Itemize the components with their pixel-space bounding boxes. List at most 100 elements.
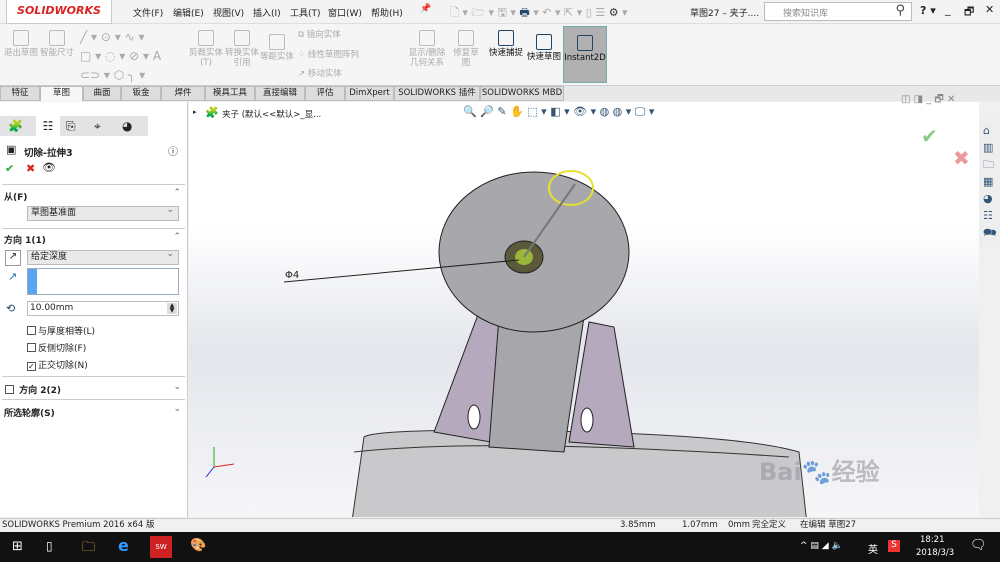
repair-sketch-button[interactable]: 修复草图	[452, 30, 480, 68]
flip-side-checkbox[interactable]: 反侧切除(F)	[27, 341, 86, 354]
menu-insert[interactable]: 插入(I)	[253, 6, 281, 19]
from-select[interactable]: 草图基准面	[27, 204, 179, 221]
tab-solidworks-addins[interactable]: SOLIDWORKS 插件	[394, 86, 480, 101]
file-explorer-icon[interactable]: 🗀	[82, 538, 95, 560]
chevron-down-icon[interactable]: ⌄	[173, 404, 181, 414]
instant2d-button[interactable]: Instant2D	[563, 26, 607, 83]
rapid-sketch-button[interactable]: 快速草图	[527, 34, 561, 62]
ime-indicator[interactable]: 英	[868, 541, 878, 556]
clock-time[interactable]: 18:21	[920, 535, 945, 545]
search-icon[interactable]: ⚲	[895, 3, 905, 18]
search-input[interactable]: 搜索知识库	[783, 6, 828, 19]
equal-thickness-checkbox[interactable]: 与厚度相等(L)	[27, 324, 95, 337]
depth-value: 10.00mm	[30, 303, 74, 313]
label: 镜向实体	[306, 30, 341, 40]
task-view-icon[interactable]: ▯	[46, 539, 53, 553]
configuration-manager-tab[interactable]: ⎘	[66, 116, 76, 136]
solidworks-logo[interactable]: SOLIDWORKS	[6, 0, 112, 24]
restore-button[interactable]: 🗗	[964, 3, 974, 22]
tab-evaluate[interactable]: 评估	[305, 86, 345, 101]
chevron-up-icon[interactable]: ⌃	[173, 232, 181, 242]
depth-input[interactable]: 10.00mm ▲ ▼	[27, 301, 179, 316]
product-name: SOLIDWORKS Premium 2016 x64 版	[2, 520, 155, 530]
menu-view[interactable]: 视图(V)	[213, 6, 244, 19]
menu-edit[interactable]: 编辑(E)	[173, 6, 204, 19]
display-manager-tab[interactable]: ◕	[122, 116, 132, 136]
move-button[interactable]: ↗ 移动实体	[298, 69, 342, 79]
label: 智能尺寸	[40, 48, 75, 58]
tab-sheet-metal[interactable]: 钣金	[121, 86, 161, 101]
sketch-entity-tools[interactable]: ╱ ▾ ⊙ ▾ ∿ ▾ □ ▾ ◌ ▾ ⊘ ▾ A ⊂⊃ ▾ ⬡ ╮ ▾	[80, 28, 180, 85]
label: 正交切除(N)	[38, 361, 88, 371]
reverse-direction-button[interactable]: ↗	[5, 250, 21, 266]
divider	[2, 184, 185, 185]
convert-entities-button[interactable]: 转换实体引用	[225, 30, 259, 68]
menu-tools[interactable]: 工具(T)	[290, 6, 321, 19]
divider	[2, 228, 185, 229]
quick-access-icons[interactable]: 🗋 ▾ 🗁 ▾ 🖫 ▾ 🖶 ▾ ↶ ▾ ⇱ ▾ ▯ ☰ ⚙ ▾	[450, 4, 628, 23]
start-icon[interactable]: ⊞	[12, 539, 23, 554]
close-button[interactable]: ✕	[985, 3, 994, 16]
tab-direct-editing[interactable]: 直接编辑	[255, 86, 305, 101]
diameter-dimension[interactable]: Φ4	[285, 270, 299, 281]
feature-title: 切除-拉伸3	[24, 148, 73, 159]
menu-file[interactable]: 文件(F)	[133, 6, 163, 19]
edge-icon[interactable]: e	[118, 536, 129, 555]
sogou-icon[interactable]: S	[888, 540, 900, 552]
label: 线性草图阵列	[307, 50, 359, 60]
end-condition-select[interactable]: 给定深度	[27, 248, 179, 265]
preview-eye-icon[interactable]: 👁	[42, 161, 56, 174]
graphics-area[interactable]: ▸ 🧩 夹子 (默认<<默认>_显... 🔍 🔎 ✎ ✋ ⬚ ▾ ◧ ▾ 👁 ▾…	[189, 94, 979, 517]
relations-button[interactable]: 显示/删除几何关系	[405, 30, 449, 68]
direction-selection-box[interactable]	[27, 268, 179, 295]
feature-manager-tab[interactable]: 🧩	[8, 116, 23, 136]
label: 剪裁实体(T)	[188, 48, 223, 68]
pin-icon[interactable]: 📌	[420, 4, 431, 14]
tab-sketch[interactable]: 草图	[40, 86, 83, 101]
notification-icon[interactable]: 🗨	[970, 538, 987, 553]
label: 移动实体	[307, 69, 342, 79]
ok-check-icon[interactable]: ✔	[5, 162, 14, 175]
menu-help[interactable]: 帮助(H)	[371, 6, 403, 19]
chevron-up-icon[interactable]: ⌃	[173, 188, 181, 198]
label: 显示/删除几何关系	[408, 48, 446, 68]
label: Instant2D	[564, 53, 606, 63]
from-section-label[interactable]: 从(F)	[4, 190, 27, 203]
direction1-section-label[interactable]: 方向 1(1)	[4, 233, 46, 246]
offset-button[interactable]: 等距实体	[260, 34, 294, 62]
selected-contours-label[interactable]: 所选轮廓(S)	[4, 406, 55, 419]
trim-button[interactable]: 剪裁实体(T)	[188, 30, 224, 68]
direction2-checkbox[interactable]: 方向 2(2)	[5, 383, 61, 396]
tab-features[interactable]: 特征	[0, 86, 40, 101]
menu-window[interactable]: 窗口(W)	[328, 6, 362, 19]
depth-spinner[interactable]: ▲ ▼	[167, 303, 177, 314]
task-pane-icons[interactable]: ⌂ ▥ 🗀 ▦ ◕ ☷ 🗪	[983, 122, 997, 241]
quick-snaps-button[interactable]: 快速捕捉	[489, 30, 523, 58]
tab-surfaces[interactable]: 曲面	[83, 86, 121, 101]
property-manager-tab[interactable]: ☷	[36, 116, 60, 136]
mirror-button[interactable]: ⧉ 镜向实体	[298, 30, 341, 40]
label: 快速草图	[527, 52, 562, 62]
search-box[interactable]: 搜索知识库 ⚲	[764, 2, 912, 21]
linear-pattern-button[interactable]: ⁘ 线性草图阵列	[298, 50, 359, 60]
tab-dimxpert[interactable]: DimXpert	[345, 86, 394, 101]
normal-cut-checkbox[interactable]: ✓ 正交切除(N)	[27, 358, 88, 371]
chevron-down-icon[interactable]: ⌄	[173, 382, 181, 392]
dimxpert-manager-tab[interactable]: ⌖	[94, 116, 101, 136]
command-tabs: 特征 草图 曲面 钣金 焊件 模具工具 直接编辑 评估 DimXpert SOL…	[0, 86, 1000, 101]
minimize-button[interactable]: _	[945, 3, 951, 16]
cancel-x-icon[interactable]: ✖	[26, 162, 35, 175]
tab-solidworks-mbd[interactable]: SOLIDWORKS MBD	[480, 86, 564, 101]
tab-weldments[interactable]: 焊件	[161, 86, 205, 101]
tray-icons[interactable]: ^ ▤ ◢ 🔈	[800, 541, 843, 551]
help-icon[interactable]: ? ▾	[920, 4, 936, 17]
tab-mold-tools[interactable]: 模具工具	[205, 86, 255, 101]
clip-base	[352, 429, 807, 517]
editing-status: 在编辑 草图27	[800, 520, 857, 530]
clock-date[interactable]: 2018/3/3	[916, 548, 954, 558]
paint-icon[interactable]: 🎨	[190, 538, 206, 553]
smart-dimension-button[interactable]: 智能尺寸	[40, 30, 74, 58]
solidworks-taskbar-icon[interactable]: SW	[150, 536, 172, 558]
help-icon[interactable]: ⓘ	[168, 143, 178, 158]
exit-sketch-button[interactable]: 退出草图	[4, 30, 38, 58]
